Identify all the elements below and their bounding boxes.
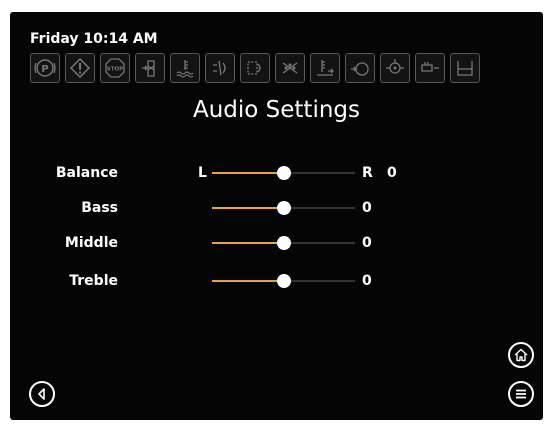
menu-button[interactable] [508, 381, 534, 407]
middle-fill [212, 242, 284, 244]
stop-icon[interactable]: STOP [100, 53, 130, 83]
telltale-bar: P STOP [30, 53, 480, 83]
treble-value: 0 [362, 273, 372, 289]
balance-left-label: L [198, 165, 207, 181]
home-button[interactable] [508, 342, 534, 368]
svg-text:P: P [41, 64, 48, 75]
oil-pressure-icon[interactable] [380, 53, 410, 83]
home-icon [514, 348, 528, 362]
back-icon [38, 388, 45, 400]
treble-slider[interactable] [212, 274, 355, 288]
bass-row: Bass 0 [0, 198, 553, 218]
regen-inhibit-icon[interactable] [275, 53, 305, 83]
bass-slider[interactable] [212, 201, 355, 215]
svg-text:STOP: STOP [107, 67, 123, 73]
parking-brake-icon[interactable]: P [30, 53, 60, 83]
preheat-icon[interactable] [240, 53, 270, 83]
fuel-filter-icon[interactable] [135, 53, 165, 83]
clock: Friday 10:14 AM [30, 31, 158, 47]
middle-label: Middle [64, 235, 118, 251]
page-title: Audio Settings [192, 97, 361, 123]
bass-value: 0 [362, 200, 372, 216]
balance-row: Balance L R 0 [0, 163, 553, 183]
bass-fill [212, 207, 284, 209]
middle-value: 0 [362, 235, 372, 251]
middle-slider[interactable] [212, 236, 355, 250]
treble-label: Treble [69, 273, 118, 289]
treble-row: Treble 0 [0, 271, 553, 291]
back-button[interactable] [29, 381, 55, 407]
middle-slider-thumb[interactable] [276, 236, 291, 250]
bass-label: Bass [81, 200, 118, 216]
balance-slider-thumb[interactable] [276, 166, 291, 180]
bass-slider-thumb[interactable] [276, 201, 291, 215]
balance-label: Balance [55, 165, 118, 181]
air-filter-icon[interactable] [345, 53, 375, 83]
water-in-fuel-icon[interactable] [450, 53, 480, 83]
glow-plug-icon[interactable] [205, 53, 235, 83]
treble-slider-thumb[interactable] [276, 274, 291, 288]
coolant-level-icon[interactable] [415, 53, 445, 83]
balance-value: 0 [387, 165, 397, 181]
coolant-temp-icon[interactable] [170, 53, 200, 83]
balance-right-label: R [362, 165, 373, 181]
exhaust-temp-icon[interactable] [310, 53, 340, 83]
treble-fill [212, 280, 284, 282]
menu-icon [516, 389, 526, 399]
middle-row: Middle 0 [0, 233, 553, 253]
balance-fill [212, 172, 284, 174]
warning-icon[interactable] [65, 53, 95, 83]
balance-slider[interactable] [212, 166, 355, 180]
